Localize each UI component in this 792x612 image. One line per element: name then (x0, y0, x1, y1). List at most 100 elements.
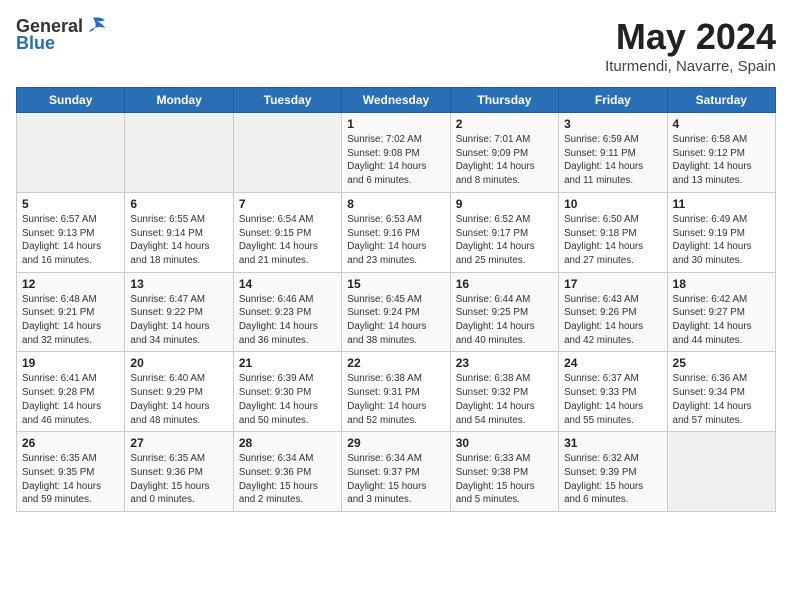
day-number: 6 (130, 197, 227, 211)
calendar-cell: 10 Sunrise: 6:50 AMSunset: 9:18 PMDaylig… (559, 192, 667, 272)
day-number: 3 (564, 117, 661, 131)
day-number: 11 (673, 197, 770, 211)
day-info: Sunrise: 6:48 AMSunset: 9:21 PMDaylight:… (22, 293, 119, 348)
calendar-cell (17, 113, 125, 193)
day-info: Sunrise: 6:46 AMSunset: 9:23 PMDaylight:… (239, 293, 336, 348)
day-number: 31 (564, 436, 661, 450)
calendar-cell (667, 432, 775, 512)
calendar-cell: 24 Sunrise: 6:37 AMSunset: 9:33 PMDaylig… (559, 352, 667, 432)
calendar-cell: 15 Sunrise: 6:45 AMSunset: 9:24 PMDaylig… (342, 272, 450, 352)
day-number: 20 (130, 356, 227, 370)
day-info: Sunrise: 6:36 AMSunset: 9:34 PMDaylight:… (673, 372, 770, 427)
day-info: Sunrise: 7:02 AMSunset: 9:08 PMDaylight:… (347, 133, 444, 188)
calendar-cell (125, 113, 233, 193)
calendar-cell: 3 Sunrise: 6:59 AMSunset: 9:11 PMDayligh… (559, 113, 667, 193)
calendar-cell: 11 Sunrise: 6:49 AMSunset: 9:19 PMDaylig… (667, 192, 775, 272)
calendar-cell: 27 Sunrise: 6:35 AMSunset: 9:36 PMDaylig… (125, 432, 233, 512)
day-of-week-header: Tuesday (233, 88, 341, 113)
calendar-cell: 23 Sunrise: 6:38 AMSunset: 9:32 PMDaylig… (450, 352, 558, 432)
day-info: Sunrise: 6:32 AMSunset: 9:39 PMDaylight:… (564, 452, 661, 507)
day-info: Sunrise: 6:47 AMSunset: 9:22 PMDaylight:… (130, 293, 227, 348)
day-info: Sunrise: 6:40 AMSunset: 9:29 PMDaylight:… (130, 372, 227, 427)
calendar-cell: 29 Sunrise: 6:34 AMSunset: 9:37 PMDaylig… (342, 432, 450, 512)
calendar-cell: 20 Sunrise: 6:40 AMSunset: 9:29 PMDaylig… (125, 352, 233, 432)
day-of-week-header: Monday (125, 88, 233, 113)
day-info: Sunrise: 6:41 AMSunset: 9:28 PMDaylight:… (22, 372, 119, 427)
day-number: 1 (347, 117, 444, 131)
calendar-cell: 21 Sunrise: 6:39 AMSunset: 9:30 PMDaylig… (233, 352, 341, 432)
calendar-week-row: 19 Sunrise: 6:41 AMSunset: 9:28 PMDaylig… (17, 352, 776, 432)
calendar-cell: 7 Sunrise: 6:54 AMSunset: 9:15 PMDayligh… (233, 192, 341, 272)
day-info: Sunrise: 6:52 AMSunset: 9:17 PMDaylight:… (456, 213, 553, 268)
day-number: 9 (456, 197, 553, 211)
calendar-cell: 30 Sunrise: 6:33 AMSunset: 9:38 PMDaylig… (450, 432, 558, 512)
calendar-cell: 13 Sunrise: 6:47 AMSunset: 9:22 PMDaylig… (125, 272, 233, 352)
day-number: 2 (456, 117, 553, 131)
day-number: 26 (22, 436, 119, 450)
logo: General Blue (16, 16, 107, 54)
calendar-week-row: 12 Sunrise: 6:48 AMSunset: 9:21 PMDaylig… (17, 272, 776, 352)
day-info: Sunrise: 6:58 AMSunset: 9:12 PMDaylight:… (673, 133, 770, 188)
day-number: 13 (130, 277, 227, 291)
day-number: 15 (347, 277, 444, 291)
calendar-cell: 8 Sunrise: 6:53 AMSunset: 9:16 PMDayligh… (342, 192, 450, 272)
day-number: 17 (564, 277, 661, 291)
day-number: 7 (239, 197, 336, 211)
calendar-cell: 22 Sunrise: 6:38 AMSunset: 9:31 PMDaylig… (342, 352, 450, 432)
day-number: 25 (673, 356, 770, 370)
day-info: Sunrise: 6:50 AMSunset: 9:18 PMDaylight:… (564, 213, 661, 268)
day-number: 23 (456, 356, 553, 370)
day-info: Sunrise: 6:37 AMSunset: 9:33 PMDaylight:… (564, 372, 661, 427)
calendar-cell: 14 Sunrise: 6:46 AMSunset: 9:23 PMDaylig… (233, 272, 341, 352)
calendar-cell: 28 Sunrise: 6:34 AMSunset: 9:36 PMDaylig… (233, 432, 341, 512)
calendar-cell (233, 113, 341, 193)
day-info: Sunrise: 6:49 AMSunset: 9:19 PMDaylight:… (673, 213, 770, 268)
main-title: May 2024 (605, 16, 776, 58)
calendar-cell: 2 Sunrise: 7:01 AMSunset: 9:09 PMDayligh… (450, 113, 558, 193)
day-number: 28 (239, 436, 336, 450)
day-number: 22 (347, 356, 444, 370)
day-info: Sunrise: 6:57 AMSunset: 9:13 PMDaylight:… (22, 213, 119, 268)
day-info: Sunrise: 6:35 AMSunset: 9:35 PMDaylight:… (22, 452, 119, 507)
day-of-week-header: Sunday (17, 88, 125, 113)
day-info: Sunrise: 6:44 AMSunset: 9:25 PMDaylight:… (456, 293, 553, 348)
calendar-week-row: 5 Sunrise: 6:57 AMSunset: 9:13 PMDayligh… (17, 192, 776, 272)
day-info: Sunrise: 6:39 AMSunset: 9:30 PMDaylight:… (239, 372, 336, 427)
subtitle: Iturmendi, Navarre, Spain (605, 58, 776, 75)
day-info: Sunrise: 7:01 AMSunset: 9:09 PMDaylight:… (456, 133, 553, 188)
day-number: 29 (347, 436, 444, 450)
calendar-cell: 19 Sunrise: 6:41 AMSunset: 9:28 PMDaylig… (17, 352, 125, 432)
day-number: 18 (673, 277, 770, 291)
day-of-week-header: Thursday (450, 88, 558, 113)
day-of-week-header: Wednesday (342, 88, 450, 113)
calendar-cell: 25 Sunrise: 6:36 AMSunset: 9:34 PMDaylig… (667, 352, 775, 432)
day-info: Sunrise: 6:42 AMSunset: 9:27 PMDaylight:… (673, 293, 770, 348)
day-info: Sunrise: 6:59 AMSunset: 9:11 PMDaylight:… (564, 133, 661, 188)
day-number: 8 (347, 197, 444, 211)
calendar-cell: 1 Sunrise: 7:02 AMSunset: 9:08 PMDayligh… (342, 113, 450, 193)
day-number: 24 (564, 356, 661, 370)
calendar-cell: 4 Sunrise: 6:58 AMSunset: 9:12 PMDayligh… (667, 113, 775, 193)
day-of-week-header: Friday (559, 88, 667, 113)
days-of-week-row: SundayMondayTuesdayWednesdayThursdayFrid… (17, 88, 776, 113)
day-of-week-header: Saturday (667, 88, 775, 113)
day-info: Sunrise: 6:43 AMSunset: 9:26 PMDaylight:… (564, 293, 661, 348)
day-info: Sunrise: 6:45 AMSunset: 9:24 PMDaylight:… (347, 293, 444, 348)
day-info: Sunrise: 6:55 AMSunset: 9:14 PMDaylight:… (130, 213, 227, 268)
calendar-week-row: 1 Sunrise: 7:02 AMSunset: 9:08 PMDayligh… (17, 113, 776, 193)
calendar-cell: 26 Sunrise: 6:35 AMSunset: 9:35 PMDaylig… (17, 432, 125, 512)
calendar-cell: 18 Sunrise: 6:42 AMSunset: 9:27 PMDaylig… (667, 272, 775, 352)
day-info: Sunrise: 6:33 AMSunset: 9:38 PMDaylight:… (456, 452, 553, 507)
day-number: 19 (22, 356, 119, 370)
calendar-cell: 31 Sunrise: 6:32 AMSunset: 9:39 PMDaylig… (559, 432, 667, 512)
calendar-cell: 12 Sunrise: 6:48 AMSunset: 9:21 PMDaylig… (17, 272, 125, 352)
day-number: 10 (564, 197, 661, 211)
page-header: General Blue May 2024 Iturmendi, Navarre… (16, 16, 776, 75)
calendar-header: SundayMondayTuesdayWednesdayThursdayFrid… (17, 88, 776, 113)
day-number: 27 (130, 436, 227, 450)
day-number: 21 (239, 356, 336, 370)
day-number: 14 (239, 277, 336, 291)
day-info: Sunrise: 6:54 AMSunset: 9:15 PMDaylight:… (239, 213, 336, 268)
logo-bird-icon (85, 16, 107, 34)
day-info: Sunrise: 6:53 AMSunset: 9:16 PMDaylight:… (347, 213, 444, 268)
